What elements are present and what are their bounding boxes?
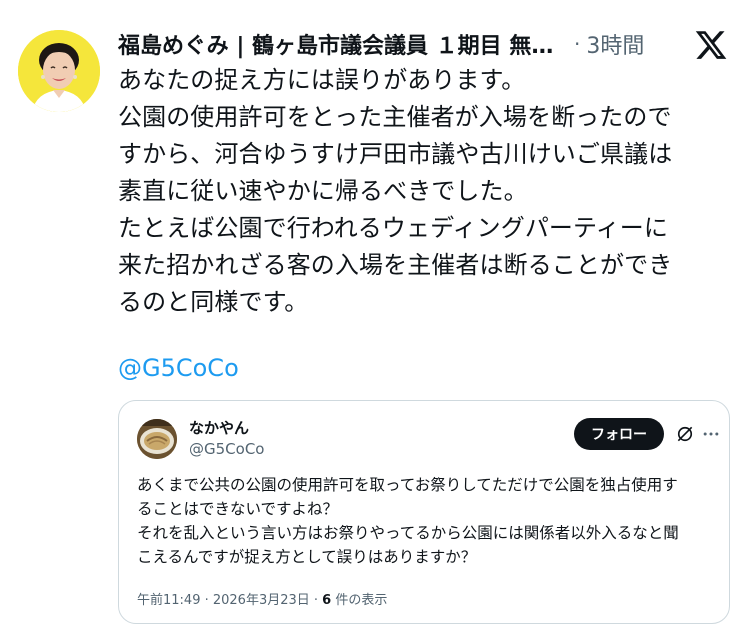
quote-meta: 午前11:49 · 2026年3月23日 · 6 件の表示 — [137, 589, 387, 608]
quote-text-line: あくまで公共の公園の使用許可を取ってお祭りしてただけで公園を独占使用す — [137, 476, 678, 494]
x-logo-icon — [695, 31, 727, 59]
quote-text-line: こえるんですが捉え方として誤りはありますか？ — [137, 548, 477, 566]
quote-views-label: 件の表示 — [331, 593, 388, 608]
quote-timestamp[interactable]: 午前11:49 · 2026年3月23日 · — [137, 593, 322, 608]
author-avatar-image — [18, 30, 100, 112]
quoted-tweet-card[interactable]: なかやん @G5CoCo フォロー あくまで公共の公園の使用許可を取ってお祭りし… — [118, 400, 730, 624]
quote-text-line: それを乱入という言い方はお祭りやってるから公園には関係者以外入るなと聞 — [137, 524, 679, 542]
quote-avatar-image — [137, 419, 177, 459]
mention-link[interactable]: @G5CoCo — [118, 350, 239, 387]
quote-author-name[interactable]: なかやん — [189, 417, 249, 438]
tweet-timestamp[interactable]: 3時間 — [586, 28, 644, 60]
tweet-text-line: すから、河合ゆうすけ戸田市議や古川けいご県議は — [118, 140, 673, 168]
tweet-text-line: るのと同様です。 — [118, 288, 309, 316]
quote-author-avatar[interactable] — [137, 419, 177, 459]
author-avatar[interactable] — [18, 30, 100, 112]
tweet-text: あなたの捉え方には誤りがあります。 公園の使用許可をとった主催者が入場を断ったの… — [118, 62, 730, 321]
tweet-text-line: 素直に従い速やかに帰るべきでした。 — [118, 177, 528, 205]
quote-author-handle[interactable]: @G5CoCo — [189, 440, 264, 458]
tweet-header: 福島めぐみ | 鶴ヶ島市議会議員 １期目 無所属 · 3時間 — [118, 26, 678, 62]
quote-text: あくまで公共の公園の使用許可を取ってお祭りしてただけで公園を独占使用す ることは… — [137, 473, 717, 569]
author-display-name[interactable]: 福島めぐみ | 鶴ヶ島市議会議員 １期目 無所属 — [118, 28, 568, 60]
quote-text-line: ることはできないですよね？ — [137, 500, 339, 518]
more-icon[interactable] — [701, 424, 721, 444]
grok-icon[interactable] — [675, 424, 695, 444]
tweet-text-line: 来た招かれざる客の入場を主催者は断ることができ — [118, 251, 673, 279]
tweet-text-line: 公園の使用許可をとった主催者が入場を断ったので — [118, 103, 672, 131]
follow-button[interactable]: フォロー — [574, 418, 664, 450]
tweet-screenshot: 福島めぐみ | 鶴ヶ島市議会議員 １期目 無所属 · 3時間 あなたの捉え方には… — [0, 0, 750, 636]
header-separator: · — [574, 32, 581, 56]
tweet-text-line: たとえば公園で行われるウェディングパーティーに — [118, 214, 668, 242]
quote-views-count: 6 — [322, 593, 332, 608]
tweet-text-line: あなたの捉え方には誤りがあります。 — [118, 66, 526, 94]
